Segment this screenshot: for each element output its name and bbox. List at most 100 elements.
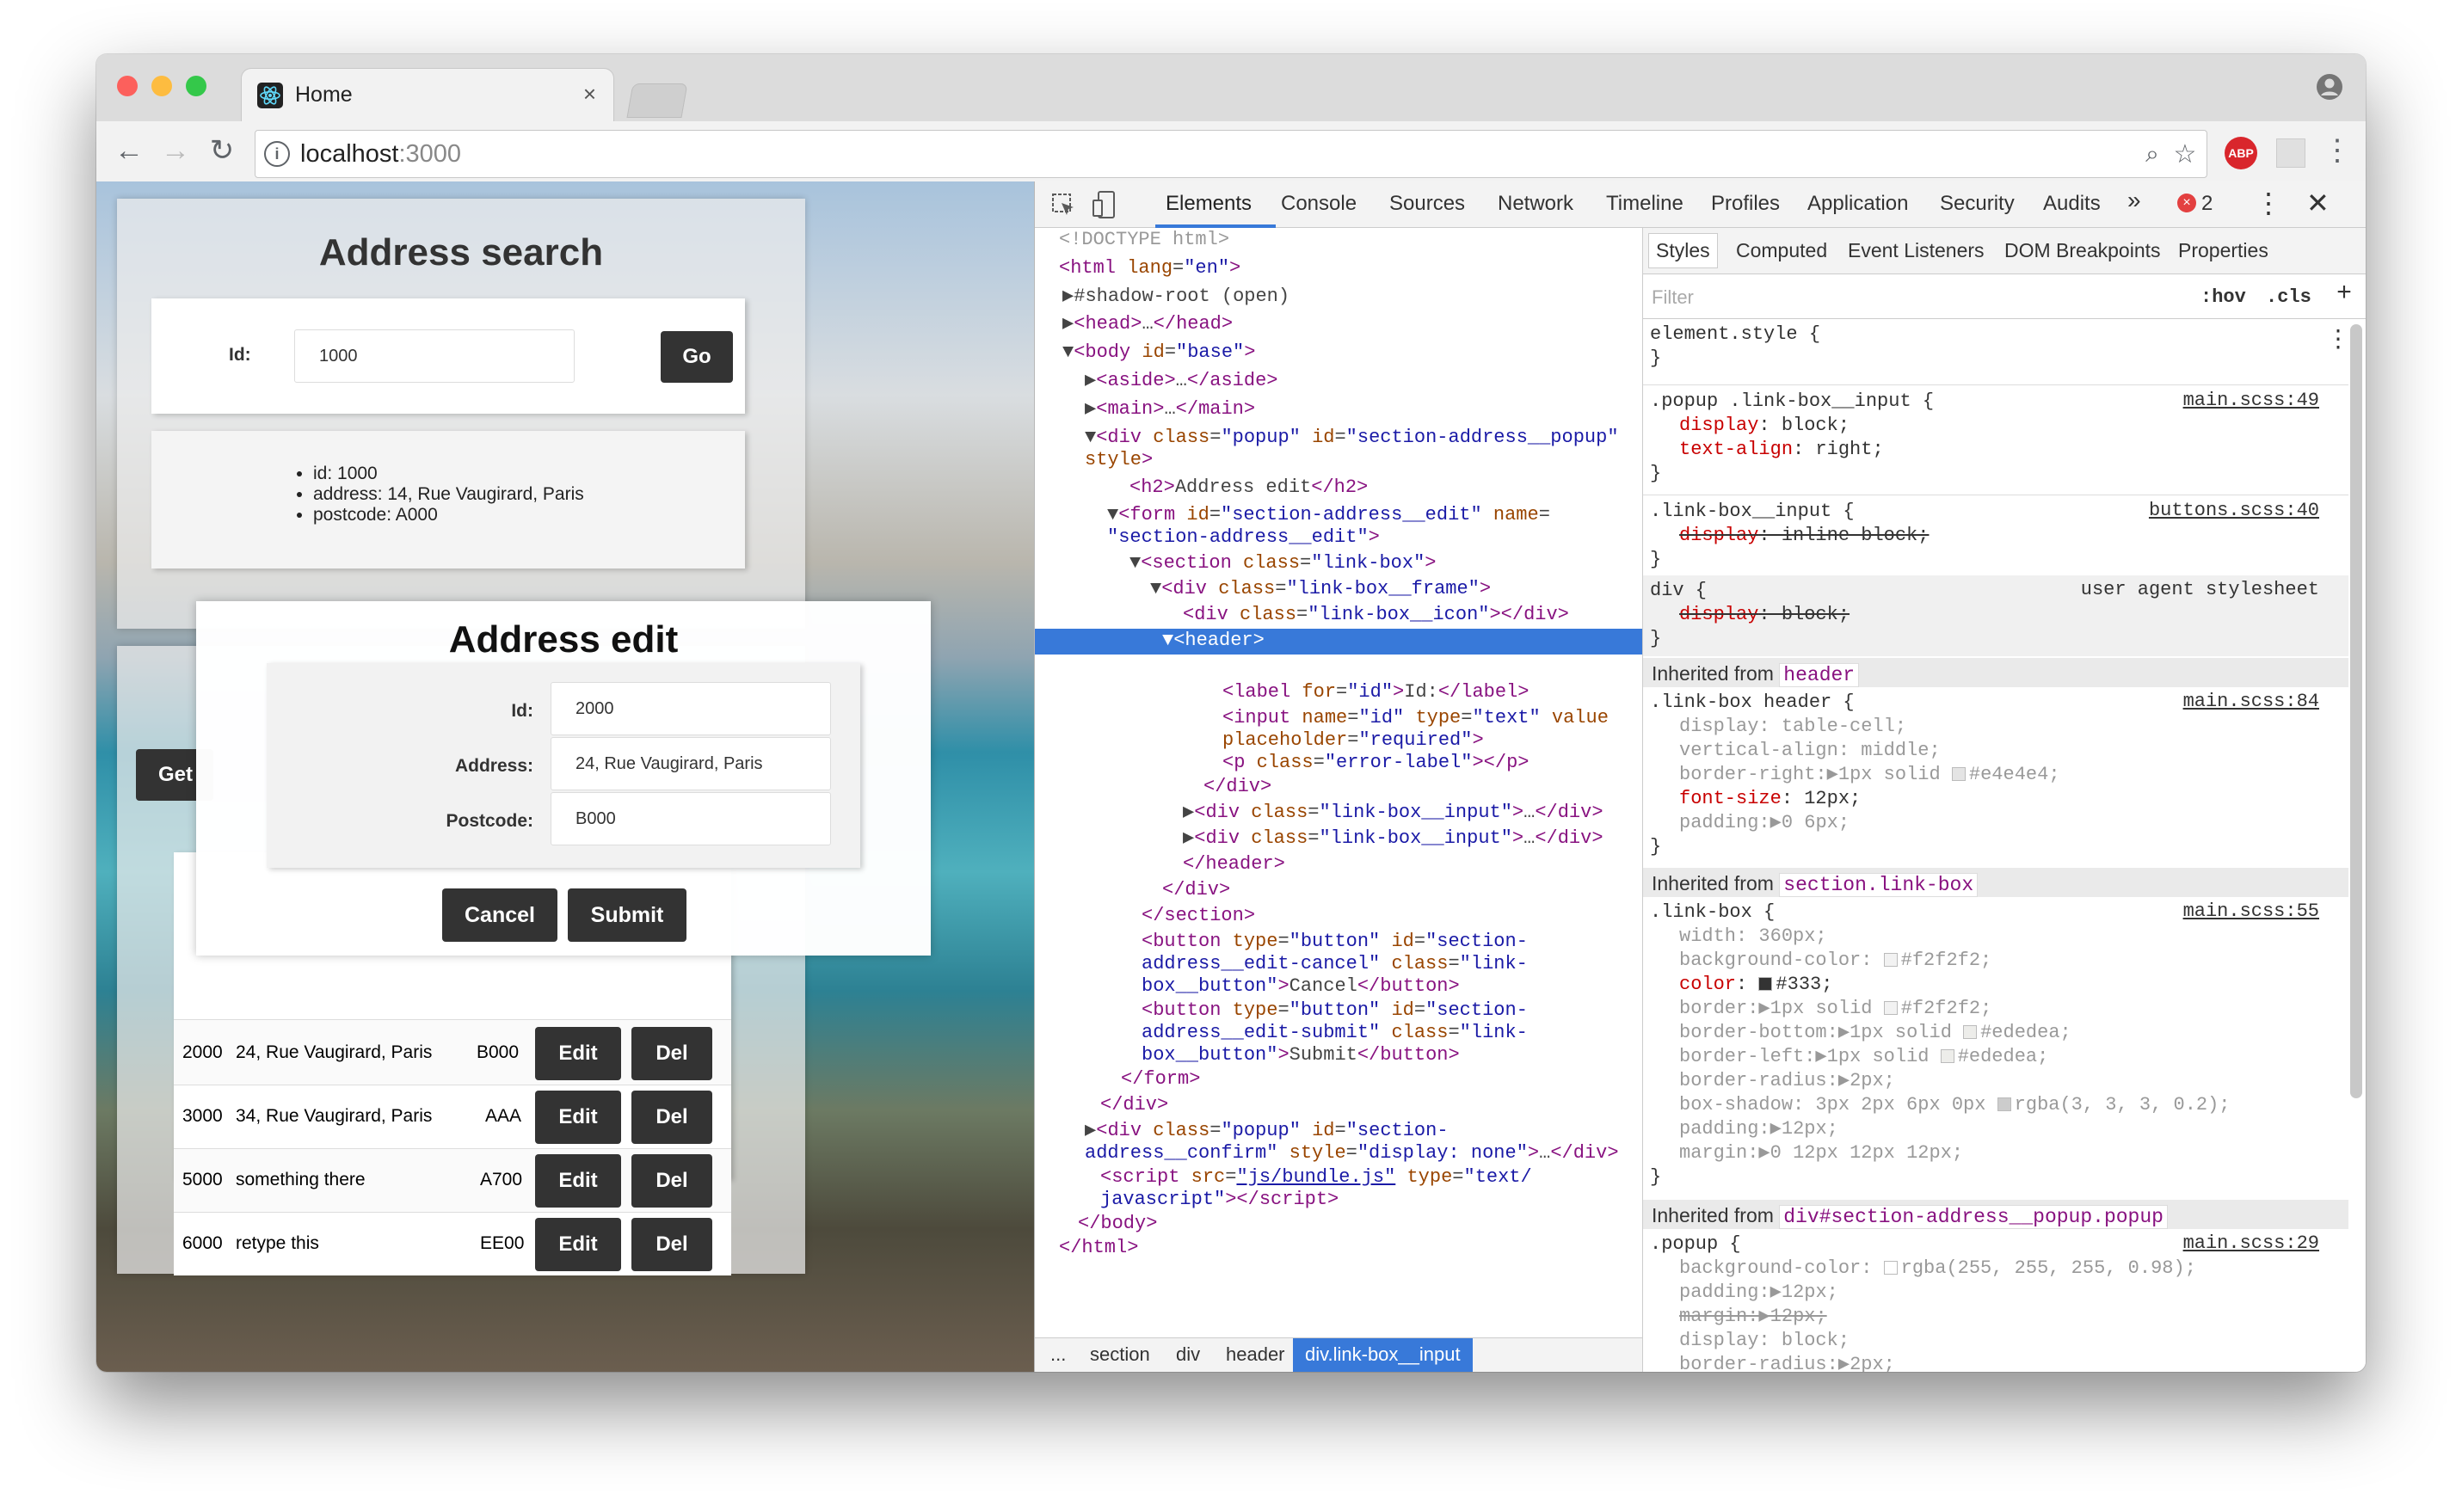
dom-line[interactable]: ▶<div class="popup" id="section- (1085, 1119, 1449, 1142)
dom-line[interactable]: address__edit-submit" class="link- (1142, 1021, 1528, 1044)
crumb[interactable]: section (1090, 1343, 1150, 1366)
dom-line[interactable]: placeholder="required"> (1222, 728, 1484, 752)
address-bar[interactable]: i localhost:3000 ⌕ ☆ (255, 130, 2207, 178)
hov-toggle[interactable]: :hov (2200, 286, 2246, 308)
dom-line[interactable]: ▼<header> (1162, 629, 1265, 652)
edit-button[interactable]: Edit (535, 1154, 621, 1208)
close-devtools-icon[interactable]: ✕ (2306, 187, 2330, 219)
dom-line[interactable]: </header> (1183, 852, 1285, 876)
dom-line[interactable]: javascript"></script> (1100, 1188, 1339, 1211)
dom-line[interactable]: ▼<div class="popup" id="section-address_… (1085, 426, 1619, 449)
inspect-icon[interactable] (1050, 192, 1076, 218)
tab-network[interactable]: Network (1498, 192, 1573, 216)
zoom-icon[interactable]: ⌕ (2138, 139, 2167, 169)
menu-icon[interactable]: ⋮ (2323, 133, 2352, 168)
cancel-button[interactable]: Cancel (442, 888, 557, 942)
del-button[interactable]: Del (631, 1154, 712, 1208)
style-rule[interactable]: .link-box header {main.scss:84 display: … (1643, 687, 2348, 859)
style-rule[interactable]: .popup .link-box__input {main.scss:49 di… (1643, 386, 2348, 489)
style-rule[interactable]: .popup {main.scss:29 background-color: r… (1643, 1229, 2348, 1372)
del-button[interactable]: Del (631, 1218, 712, 1271)
submit-button[interactable]: Submit (568, 888, 686, 942)
edit-button[interactable]: Edit (535, 1218, 621, 1271)
dom-tree[interactable]: <!DOCTYPE html> <html lang="en"> ▶#shado… (1035, 228, 1642, 1346)
error-count[interactable]: 2 (2201, 192, 2213, 216)
tab-application[interactable]: Application (1807, 192, 1908, 216)
dom-line[interactable]: ▶#shadow-root (open) (1062, 285, 1289, 308)
dom-line[interactable]: box__button">Submit</button> (1142, 1043, 1460, 1066)
dom-line[interactable]: </div> (1100, 1093, 1168, 1116)
dom-line[interactable]: ▶<div class="link-box__input">…</div> (1183, 801, 1603, 824)
dom-line[interactable]: <p class="error-label"></p> (1222, 751, 1529, 774)
dom-line[interactable]: <html lang="en"> (1059, 256, 1240, 280)
dom-line[interactable]: <input name="id" type="text" value (1222, 706, 1609, 729)
dom-line[interactable]: ▼<div class="link-box__frame"> (1150, 577, 1491, 600)
dom-line[interactable]: <h2>Address edit</h2> (1129, 476, 1368, 499)
edit-button[interactable]: Edit (535, 1091, 621, 1144)
subtab-computed[interactable]: Computed (1736, 239, 1827, 262)
dom-line[interactable]: address__confirm" style="display: none">… (1085, 1141, 1619, 1165)
abp-icon[interactable]: ABP (2225, 137, 2257, 169)
dom-line[interactable]: ▼<body id="base"> (1062, 341, 1255, 364)
dom-line[interactable]: address__edit-cancel" class="link- (1142, 952, 1528, 975)
tab-elements[interactable]: Elements (1166, 192, 1252, 216)
cls-toggle[interactable]: .cls (2266, 286, 2311, 308)
forward-icon[interactable]: → (158, 133, 193, 168)
dom-line[interactable]: </body> (1078, 1212, 1157, 1235)
dom-line[interactable]: </form> (1121, 1067, 1200, 1091)
back-icon[interactable]: ← (112, 133, 146, 168)
id-input[interactable]: 2000 (551, 682, 831, 735)
tab-profiles[interactable]: Profiles (1711, 192, 1780, 216)
style-rule[interactable]: .link-box {main.scss:55 width: 360px; ba… (1643, 897, 2348, 1224)
subtab-dom-breakpoints[interactable]: DOM Breakpoints (2004, 239, 2161, 262)
crumb[interactable]: header (1226, 1343, 1285, 1366)
del-button[interactable]: Del (631, 1091, 712, 1144)
extension-icon[interactable] (2276, 138, 2305, 168)
new-tab-button[interactable] (626, 83, 688, 118)
subtab-styles[interactable]: Styles (1648, 233, 1718, 268)
minimize-window-button[interactable] (151, 76, 172, 96)
kebab-icon[interactable]: ⋮ (2326, 324, 2350, 354)
crumb[interactable]: div (1176, 1343, 1200, 1366)
star-icon[interactable]: ☆ (2170, 139, 2200, 169)
kebab-icon[interactable]: ⋮ (2255, 187, 2282, 219)
dom-line[interactable]: </div> (1162, 878, 1230, 901)
tab-timeline[interactable]: Timeline (1606, 192, 1683, 216)
dom-line[interactable]: … (1043, 655, 1055, 678)
go-button[interactable]: Go (661, 331, 733, 383)
tab-audits[interactable]: Audits (2043, 192, 2101, 216)
del-button[interactable]: Del (631, 1027, 712, 1080)
close-icon[interactable]: × (583, 81, 596, 108)
dom-line[interactable]: ▶<main>…</main> (1085, 397, 1255, 421)
filter-input[interactable]: Filter (1652, 286, 1694, 309)
postcode-input[interactable]: B000 (551, 792, 831, 845)
subtab-event-listeners[interactable]: Event Listeners (1848, 239, 1985, 262)
error-icon[interactable]: × (2177, 194, 2196, 212)
subtab-properties[interactable]: Properties (2178, 239, 2268, 262)
dom-line[interactable]: style> (1085, 448, 1153, 471)
edit-button[interactable]: Edit (535, 1027, 621, 1080)
crumb-selected[interactable]: div.link-box__input (1293, 1338, 1473, 1372)
dom-line[interactable]: ▼<form id="section-address__edit" name= (1107, 503, 1550, 526)
dom-line[interactable]: </section> (1142, 904, 1255, 927)
dom-line[interactable]: ▼<div class="link-box__input"> == $0 (1183, 655, 1591, 678)
browser-tab[interactable]: Home × (241, 68, 614, 121)
tab-sources[interactable]: Sources (1389, 192, 1465, 216)
address-input[interactable]: 24, Rue Vaugirard, Paris (551, 737, 831, 790)
style-rule[interactable]: div {user agent stylesheet display: bloc… (1643, 575, 2348, 656)
dom-line[interactable]: </div> (1203, 775, 1271, 798)
tab-console[interactable]: Console (1281, 192, 1357, 216)
tab-security[interactable]: Security (1940, 192, 2015, 216)
reload-icon[interactable]: ↻ (205, 133, 239, 168)
dom-line[interactable]: ▶<head>…</head> (1062, 312, 1233, 335)
add-rule-icon[interactable]: + (2336, 280, 2352, 309)
dom-line[interactable]: <button type="button" id="section- (1142, 930, 1528, 953)
dom-line[interactable]: ▶<div class="link-box__input">…</div> (1183, 827, 1603, 850)
dom-line[interactable]: </html> (1059, 1236, 1138, 1259)
dom-line[interactable]: box__button">Cancel</button> (1142, 974, 1460, 998)
dom-line[interactable]: <script src="js/bundle.js" type="text/ (1100, 1165, 1532, 1189)
crumb[interactable]: ... (1050, 1343, 1066, 1366)
dom-line[interactable]: "section-address__edit"> (1107, 526, 1380, 549)
more-tabs-button[interactable]: » (2127, 187, 2141, 214)
maximize-window-button[interactable] (186, 76, 206, 96)
